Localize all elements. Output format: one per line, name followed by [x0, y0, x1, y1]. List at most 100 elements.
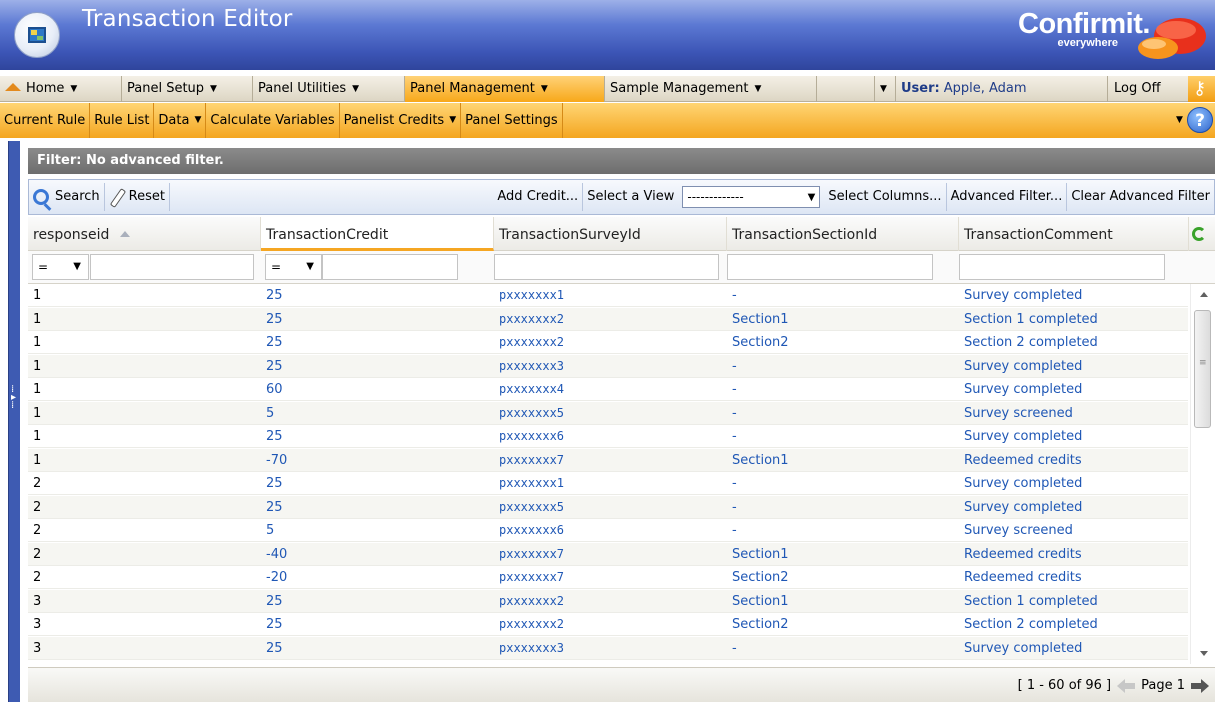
table-row[interactable]: 1 25 pxxxxxxx1 - Survey completed [28, 284, 1188, 307]
chevron-down-icon[interactable]: ▼ [808, 192, 816, 203]
submenu-current-rule[interactable]: Current Rule [0, 103, 91, 138]
chevron-down-icon[interactable]: ▼ [880, 76, 887, 102]
column-header-transactionsurveyid[interactable]: TransactionSurveyId [494, 217, 727, 251]
cell-comment[interactable]: Survey screened [959, 402, 1073, 425]
logoff-button[interactable]: Log Off [1108, 76, 1166, 102]
menu-panel-setup[interactable]: Panel Setup ▼ [122, 76, 253, 102]
add-credit-button[interactable]: Add Credit... [493, 183, 584, 211]
chevron-down-icon[interactable]: ▼ [755, 76, 762, 102]
cell-comment[interactable]: Survey completed [959, 637, 1082, 660]
menu-overflow[interactable]: ▼ [875, 76, 896, 102]
cell-surveyid[interactable]: pxxxxxxx6 [494, 519, 564, 542]
cell-credit[interactable]: -20 [261, 566, 287, 589]
scroll-up-icon[interactable] [1200, 292, 1208, 297]
clear-advanced-filter-button[interactable]: Clear Advanced Filter [1067, 183, 1214, 211]
cell-surveyid[interactable]: pxxxxxxx3 [494, 355, 564, 378]
column-header-responseid[interactable]: responseid [28, 217, 261, 251]
next-page-icon[interactable] [1191, 678, 1209, 693]
table-row[interactable]: 1 -70 pxxxxxxx7 Section1 Redeemed credit… [28, 448, 1188, 472]
cell-comment[interactable]: Survey completed [959, 496, 1082, 519]
cell-surveyid[interactable]: pxxxxxxx2 [494, 331, 564, 354]
reset-button[interactable]: Reset [105, 183, 170, 211]
key-icon[interactable]: ⚷ [1188, 76, 1215, 102]
cell-credit[interactable]: -40 [261, 543, 287, 566]
table-row[interactable]: 3 25 pxxxxxxx2 Section1 Section 1 comple… [28, 589, 1188, 613]
column-header-transactioncredit[interactable]: TransactionCredit [261, 217, 494, 251]
cell-credit[interactable]: 25 [261, 637, 283, 660]
cell-credit[interactable]: 60 [261, 378, 283, 401]
column-header-transactionsectionid[interactable]: TransactionSectionId [727, 217, 959, 251]
cell-comment[interactable]: Survey screened [959, 519, 1073, 542]
scrollbar-thumb[interactable]: ≡ [1194, 310, 1211, 428]
cell-credit[interactable]: 25 [261, 472, 283, 495]
cell-surveyid[interactable]: pxxxxxxx2 [494, 590, 564, 613]
cell-sectionid[interactable]: Section1 [727, 590, 789, 613]
cell-surveyid[interactable]: pxxxxxxx7 [494, 449, 564, 472]
submenu-rule-list[interactable]: Rule List [90, 103, 155, 138]
cell-sectionid[interactable]: Section1 [727, 543, 789, 566]
chevron-down-icon[interactable]: ▼ [73, 255, 81, 279]
view-select[interactable]: ------------- ▼ [682, 186, 821, 208]
table-row[interactable]: 3 25 pxxxxxxx2 Section2 Section 2 comple… [28, 613, 1188, 636]
table-row[interactable]: 2 25 pxxxxxxx1 - Survey completed [28, 472, 1188, 495]
menu-home[interactable]: Home ▼ [0, 76, 122, 102]
table-row[interactable]: 3 25 pxxxxxxx3 - Survey completed [28, 636, 1188, 660]
cell-credit[interactable]: -70 [261, 449, 287, 472]
chevron-down-icon[interactable]: ▼ [194, 103, 201, 138]
submenu-calculate-variables[interactable]: Calculate Variables [206, 103, 340, 138]
cell-credit[interactable]: 25 [261, 308, 283, 331]
menu-panel-management[interactable]: Panel Management ▼ [405, 76, 605, 102]
cell-surveyid[interactable]: pxxxxxxx3 [494, 637, 564, 660]
cell-sectionid[interactable]: - [727, 472, 737, 495]
cell-comment[interactable]: Survey completed [959, 355, 1082, 378]
cell-surveyid[interactable]: pxxxxxxx5 [494, 402, 564, 425]
cell-surveyid[interactable]: pxxxxxxx7 [494, 566, 564, 589]
credit-filter-input[interactable] [322, 254, 458, 280]
cell-surveyid[interactable]: pxxxxxxx7 [494, 543, 564, 566]
submenu-data[interactable]: Data ▼ [154, 103, 207, 138]
cell-sectionid[interactable]: - [727, 355, 737, 378]
column-header-transactioncomment[interactable]: TransactionComment [959, 217, 1189, 251]
table-row[interactable]: 2 -20 pxxxxxxx7 Section2 Redeemed credit… [28, 566, 1188, 589]
cell-sectionid[interactable]: Section2 [727, 613, 789, 636]
cell-comment[interactable]: Redeemed credits [959, 449, 1082, 472]
cell-credit[interactable]: 5 [261, 402, 274, 425]
cell-credit[interactable]: 5 [261, 519, 274, 542]
cell-comment[interactable]: Survey completed [959, 378, 1082, 401]
chevron-down-icon[interactable]: ▼ [541, 76, 548, 102]
table-row[interactable]: 1 25 pxxxxxxx3 - Survey completed [28, 354, 1188, 378]
cell-sectionid[interactable]: - [727, 637, 737, 660]
cell-credit[interactable]: 25 [261, 355, 283, 378]
chevron-down-icon[interactable]: ▼ [306, 255, 314, 279]
cell-surveyid[interactable]: pxxxxxxx6 [494, 425, 564, 448]
select-columns-button[interactable]: Select Columns... [824, 183, 947, 211]
table-row[interactable]: 2 5 pxxxxxxx6 - Survey screened [28, 519, 1188, 542]
comment-filter-input[interactable] [959, 254, 1165, 280]
chevron-down-icon[interactable]: ▼ [70, 76, 77, 102]
surveyid-filter-input[interactable] [494, 254, 719, 280]
previous-page-icon[interactable] [1117, 678, 1136, 693]
credit-operator-select[interactable]: = ▼ [265, 254, 322, 280]
cell-credit[interactable]: 25 [261, 284, 283, 307]
responseid-operator-select[interactable]: = ▼ [32, 254, 89, 280]
cell-comment[interactable]: Survey completed [959, 284, 1082, 307]
help-icon[interactable]: ? [1187, 107, 1213, 133]
submenu-panelist-credits[interactable]: Panelist Credits ▼ [340, 103, 462, 138]
cell-sectionid[interactable]: Section2 [727, 566, 789, 589]
table-row[interactable]: 1 5 pxxxxxxx5 - Survey screened [28, 401, 1188, 425]
cell-credit[interactable]: 25 [261, 496, 283, 519]
chevron-down-icon[interactable]: ▼ [352, 76, 359, 102]
left-splitter[interactable]: ⁞ ▸ ⁞ [8, 141, 20, 702]
cell-sectionid[interactable]: - [727, 519, 737, 542]
responseid-filter-input[interactable] [90, 254, 254, 280]
cell-surveyid[interactable]: pxxxxxxx2 [494, 308, 564, 331]
table-row[interactable]: 1 25 pxxxxxxx2 Section1 Section 1 comple… [28, 307, 1188, 331]
cell-credit[interactable]: 25 [261, 425, 283, 448]
refresh-icon[interactable] [1192, 227, 1206, 241]
cell-comment[interactable]: Section 2 completed [959, 331, 1098, 354]
chevron-down-icon[interactable]: ▼ [1176, 115, 1183, 125]
cell-surveyid[interactable]: pxxxxxxx4 [494, 378, 564, 401]
cell-sectionid[interactable]: Section1 [727, 308, 789, 331]
menu-panel-utilities[interactable]: Panel Utilities ▼ [253, 76, 405, 102]
cell-sectionid[interactable]: Section2 [727, 331, 789, 354]
